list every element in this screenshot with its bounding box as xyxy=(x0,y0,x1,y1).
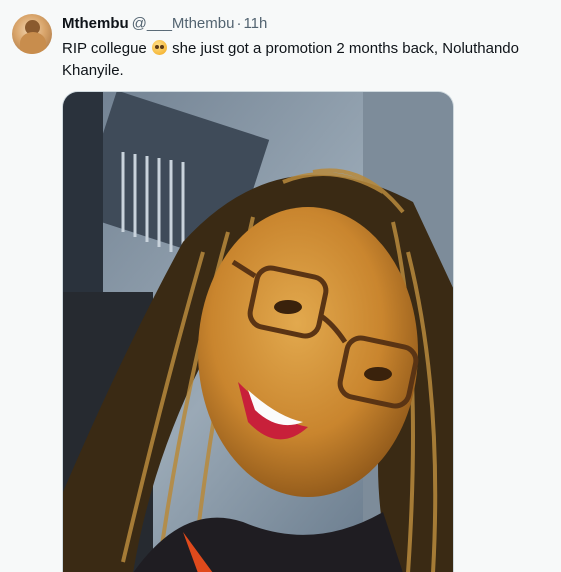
tweet-header: Mthembu @___Mthembu · 11h xyxy=(62,14,267,34)
tweet: Mthembu @___Mthembu · 11h RIP collegue she … xyxy=(0,0,561,572)
author-name[interactable]: Mthembu xyxy=(62,15,129,32)
tweet-text: RIP collegue she just got a promotion 2 … xyxy=(62,38,547,82)
tweet-timestamp[interactable]: 11h xyxy=(243,15,267,32)
header-separator: · xyxy=(236,15,242,32)
photo-illustration xyxy=(63,92,453,572)
author-avatar[interactable] xyxy=(12,14,52,54)
pleading-face-emoji-icon xyxy=(151,40,167,55)
tweet-text-part1: RIP collegue xyxy=(62,40,151,57)
author-handle[interactable]: @___Mthembu xyxy=(132,15,235,32)
tweet-photo[interactable] xyxy=(62,91,454,572)
avatar-body xyxy=(20,32,46,54)
